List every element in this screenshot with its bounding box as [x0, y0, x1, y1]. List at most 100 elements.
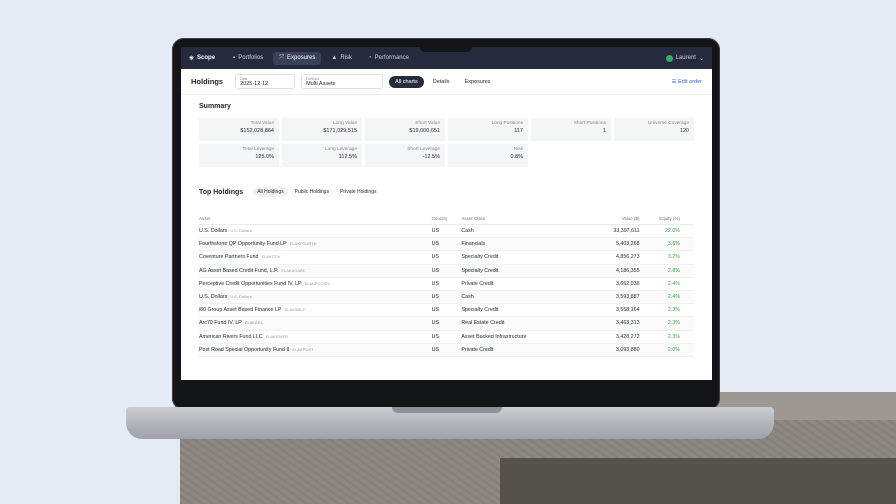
summary-card-universe-coverage: Universe Coverage 120 — [614, 118, 694, 141]
cell-asset: American Rivers Fund LLC ELAKRIVER — [199, 330, 432, 344]
col-asset[interactable]: Asset — [199, 213, 432, 225]
asset-code: ELAKARC — [244, 320, 264, 326]
cell-value: 3,558,164 — [570, 303, 640, 318]
top-holdings-header: Top Holdings All Holdings Public Holding… — [199, 187, 694, 197]
summary-card-short-leverage: Short Leverage -12.5% — [365, 144, 445, 167]
page-title: Holdings — [191, 77, 224, 86]
cell-equity: 3.6% — [639, 237, 694, 252]
col-asset-class[interactable]: Asset Class — [461, 213, 571, 225]
card-value: $171,029,515 — [323, 128, 357, 134]
card-label: Short Positions — [573, 121, 606, 126]
cell-country: US — [431, 303, 462, 318]
asset-name: U.S. Dollars — [199, 294, 228, 301]
card-value: 125.0% — [255, 154, 274, 160]
cell-value: 33,397,611 — [570, 224, 640, 239]
table-row[interactable]: Arc70 Fund IV, LP ELAKARC US Real Estate Cr… — [199, 316, 694, 331]
tab-public-holdings[interactable]: Public Holdings — [291, 187, 333, 197]
card-value: -12.5% — [422, 154, 440, 160]
cell-asset: Post Road Special Opportunity Fund II ELA… — [199, 343, 432, 357]
summary-card-long-value: Long Value $171,029,515 — [282, 118, 362, 141]
nav-tab-risk[interactable]: ▲ Risk — [325, 52, 358, 64]
table-row[interactable]: American Rivers Fund LLC ELAKRIVER US Asset… — [199, 330, 694, 344]
chart-icon: ◔ — [368, 55, 372, 61]
asset-name: i80 Group Asset Based Finance LP — [199, 307, 282, 314]
card-label: Short Value — [415, 121, 440, 126]
card-value: 112.5% — [338, 154, 357, 160]
scope-logo-icon: ✳ — [189, 55, 195, 62]
asset-code: ELAKPOST — [292, 346, 314, 352]
nav-tab-label: Performance — [374, 55, 409, 61]
table-row[interactable]: U.S. Dollars U.S. Dollars US Cash 33,397,611… — [199, 224, 694, 239]
asset-code: ELAKFOURTH — [289, 241, 317, 247]
asset-name: Post Road Special Opportunity Fund II — [199, 346, 290, 353]
cell-country: US — [431, 264, 462, 278]
cell-equity: 22.0% — [639, 224, 694, 239]
view-exposures[interactable]: Exposures — [459, 76, 497, 88]
table-row[interactable]: U.S. Dollars U.S. Dollars US Cash 3,593,887 2… — [199, 290, 694, 305]
cell-value: 3,428,272 — [570, 330, 640, 344]
tab-private-holdings[interactable]: Private Holdings — [336, 187, 380, 197]
cell-value: 3,662,036 — [570, 277, 640, 291]
view-details[interactable]: Details — [427, 76, 456, 88]
table-row[interactable]: AG Asset Based Credit Fund, L.P. ELAKAGAB… — [199, 264, 694, 278]
table-row[interactable]: Post Road Special Opportunity Fund II ELA… — [199, 343, 694, 357]
cell-value: 3,463,313 — [570, 316, 640, 331]
laptop-screen: ✳ Scope ▪ Portfolios ⤧ Exposures ▲ Risk … — [181, 47, 712, 380]
col-country[interactable]: Country — [431, 213, 462, 225]
card-label: Long Value — [333, 121, 357, 126]
cell-value: 4,856,273 — [570, 250, 640, 265]
cell-asset-class: Specialty Credit — [461, 303, 571, 318]
nav-tab-performance[interactable]: ◔ Performance — [362, 52, 415, 64]
tab-all-holdings[interactable]: All Holdings — [253, 187, 288, 197]
nav-tab-exposures[interactable]: ⤧ Exposures — [273, 51, 322, 65]
portfolio-value: Multi Assets — [306, 80, 336, 87]
triangle-icon: ▲ — [331, 55, 338, 61]
cell-country: US — [431, 277, 462, 291]
cell-asset-class: Private Credit — [461, 277, 571, 291]
table-row[interactable]: Perceptive Credit Opportunities Fund IV,… — [199, 277, 694, 291]
table-row[interactable]: Coventure Partners Fund ELAKCOV US Specialt… — [199, 250, 694, 265]
cell-equity: 2.3% — [639, 330, 694, 344]
avatar — [665, 54, 673, 62]
card-value: $152,028,864 — [240, 128, 274, 134]
cell-asset: i80 Group Asset Based Finance LP ELAKI80L… — [199, 303, 432, 318]
card-value: 120 — [679, 128, 689, 134]
cell-country: US — [431, 250, 462, 265]
asset-name: American Rivers Fund LLC — [199, 333, 263, 340]
edit-order-button[interactable]: ☰ Edit order — [672, 79, 702, 85]
brand[interactable]: ✳ Scope — [189, 55, 215, 62]
cell-equity: 2.8% — [639, 264, 694, 278]
cell-country: US — [431, 237, 462, 252]
briefcase-icon: ▪ — [233, 55, 236, 61]
card-label: Universe Coverage — [647, 121, 689, 126]
col-equity[interactable]: Equity (%) — [639, 213, 694, 225]
asset-name: AG Asset Based Credit Fund, L.P. — [199, 267, 279, 274]
view-all-charts[interactable]: All charts — [389, 75, 424, 88]
table-row[interactable]: Fourthstone QP Opportunity Fund LP ELAKFO… — [199, 237, 694, 252]
asset-name: Fourthstone QP Opportunity Fund LP — [199, 241, 287, 248]
date-value: 2025-12-12 — [240, 80, 269, 87]
table-row[interactable]: i80 Group Asset Based Finance LP ELAKI80L… — [199, 303, 694, 318]
card-value: 0.8% — [510, 154, 523, 160]
nav-tab-portfolios[interactable]: ▪ Portfolios — [227, 52, 269, 64]
cell-asset-class: Financials — [461, 237, 571, 252]
user-menu[interactable]: Laurent ⌄ — [665, 54, 704, 62]
summary-grid: Total Value $152,028,864 Long Value $171,0… — [199, 118, 694, 167]
asset-code: ELAKCOV — [261, 254, 281, 260]
cell-asset-class: Real Estate Credit — [461, 316, 571, 331]
summary-card-short-value: Short Value $19,000,651 — [365, 118, 445, 141]
card-label: Long Leverage — [324, 147, 357, 152]
date-field[interactable]: Date 2025-12-12 — [235, 74, 296, 89]
card-value: 117 — [514, 128, 523, 134]
camera-notch — [420, 44, 472, 52]
card-label: Short Leverage — [407, 147, 440, 152]
col-value[interactable]: Value ($) — [570, 213, 640, 225]
portfolio-select[interactable]: Portfolio Multi Assets — [301, 74, 384, 89]
card-label: Risk — [513, 147, 523, 152]
cell-value: 5,403,268 — [570, 237, 640, 252]
summary-title: Summary — [199, 103, 231, 110]
brand-name: Scope — [197, 55, 216, 61]
cell-asset-class: Cash — [461, 224, 571, 239]
asset-name: Perceptive Credit Opportunities Fund IV,… — [199, 280, 302, 287]
user-name: Laurent — [675, 55, 696, 61]
